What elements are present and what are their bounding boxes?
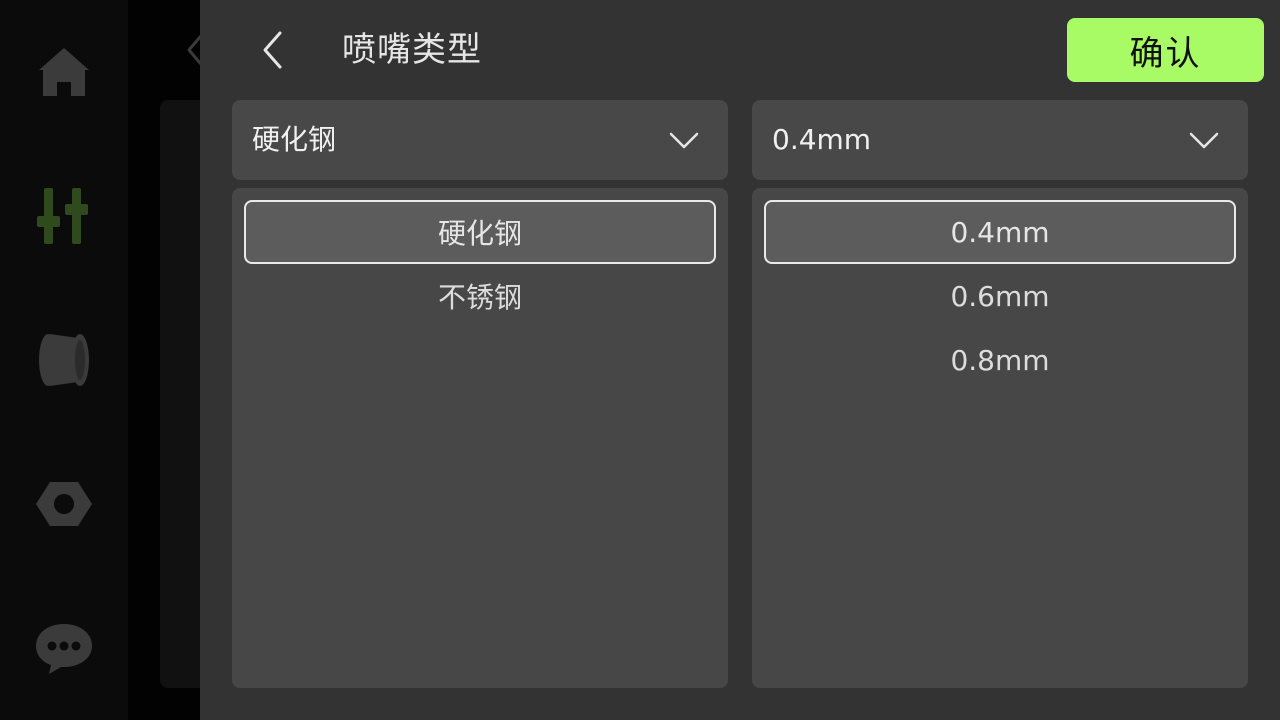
chevron-down-icon — [1189, 132, 1219, 149]
back-button[interactable] — [250, 28, 294, 72]
side-nav — [0, 0, 128, 720]
nozzle-material-select[interactable]: 硬化钢 — [232, 100, 728, 180]
page-title: 喷嘴类型 — [342, 30, 482, 70]
nozzle-diameter-value: 0.4mm — [772, 123, 872, 156]
home-icon — [39, 48, 89, 96]
nav-home[interactable] — [0, 32, 128, 112]
chevron-down-icon — [669, 132, 699, 149]
diameter-option-0-8mm[interactable]: 0.8mm — [764, 328, 1236, 392]
material-option-hardened-steel[interactable]: 硬化钢 — [244, 200, 716, 264]
nozzle-material-list: 硬化钢 不锈钢 — [232, 188, 728, 688]
nozzle-diameter-select[interactable]: 0.4mm — [752, 100, 1248, 180]
nozzle-diameter-list: 0.4mm 0.6mm 0.8mm — [752, 188, 1248, 688]
settings-nut-icon — [36, 482, 92, 526]
diameter-option-0-6mm[interactable]: 0.6mm — [764, 264, 1236, 328]
chat-bubble-icon — [36, 624, 92, 674]
filament-spool-icon — [39, 334, 89, 386]
nav-settings[interactable] — [0, 464, 128, 544]
material-option-stainless-steel[interactable]: 不锈钢 — [244, 264, 716, 328]
nav-messages[interactable] — [0, 608, 128, 688]
app-root: 喷嘴类型 确认 硬化钢 0.4mm 硬化钢 不锈钢 0.4mm 0.6mm 0.… — [0, 0, 1280, 720]
confirm-button[interactable]: 确认 — [1067, 18, 1264, 82]
nav-filament[interactable] — [0, 320, 128, 400]
chevron-left-icon — [263, 31, 282, 69]
diameter-option-0-4mm[interactable]: 0.4mm — [764, 200, 1236, 264]
nav-controls[interactable] — [0, 176, 128, 256]
nozzle-material-value: 硬化钢 — [252, 123, 337, 156]
controls-sliders-icon — [37, 188, 88, 244]
